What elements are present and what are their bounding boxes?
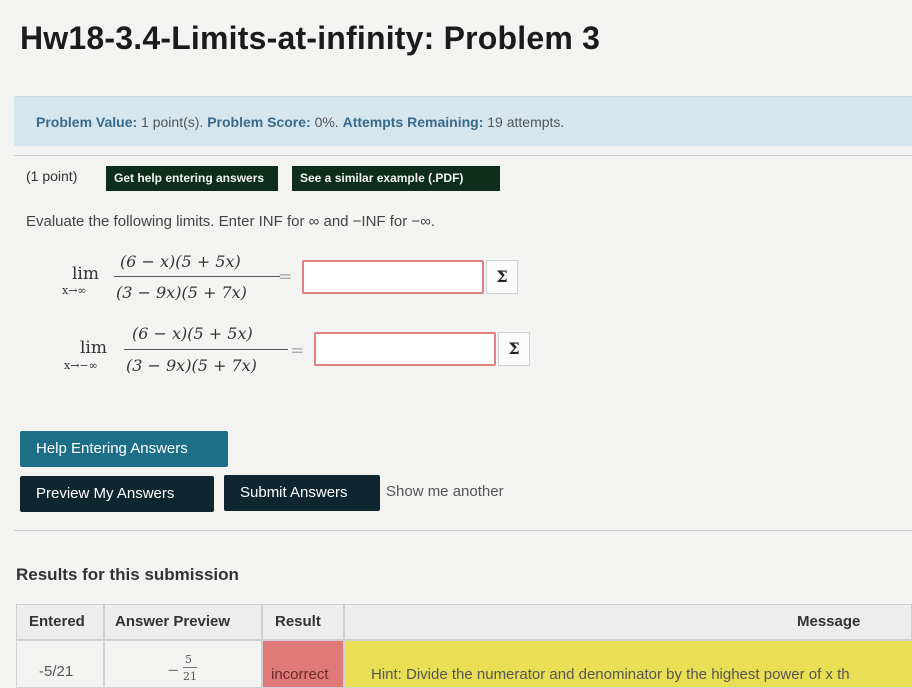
lim-subscript: x→∞ (62, 284, 87, 297)
column-header-result: Result (262, 604, 344, 640)
entered-value: -5/21 (16, 640, 104, 688)
submit-answers-button[interactable]: Submit Answers (224, 475, 380, 511)
preview-numerator: 5 (185, 653, 192, 666)
problem-score-label: Problem Score: (207, 114, 311, 130)
fraction-numerator: (6 − x)(5 + 5x) (120, 252, 241, 271)
lim-subscript: x→−∞ (64, 359, 98, 372)
page-title: Hw18-3.4-Limits-at-infinity: Problem 3 (20, 20, 601, 56)
lim-operator: lim (80, 338, 107, 358)
attempts-remaining-label: Attempts Remaining: (342, 114, 484, 130)
divider (14, 530, 912, 531)
problem-info-bar: Problem Value: 1 point(s). Problem Score… (14, 96, 912, 146)
column-header-entered: Entered (16, 604, 104, 640)
fraction-bar (114, 276, 280, 277)
column-header-answer-preview: Answer Preview (104, 604, 262, 640)
equation-editor-button-1[interactable]: Σ (486, 260, 518, 294)
answer-preview: − 5 21 (104, 640, 262, 688)
preview-fraction-bar (183, 667, 197, 668)
problem-instruction: Evaluate the following limits. Enter INF… (26, 213, 436, 230)
results-title: Results for this submission (16, 565, 239, 584)
divider (14, 155, 912, 156)
equals-sign: = (290, 341, 305, 361)
attempts-remaining: 19 attempts. (487, 114, 565, 130)
fraction-denominator: (3 − 9x)(5 + 7x) (126, 356, 257, 375)
problem-value: 1 point(s). (141, 114, 204, 130)
result-status: incorrect (262, 640, 344, 688)
fraction-numerator: (6 − x)(5 + 5x) (132, 324, 253, 343)
problem-score: 0%. (314, 114, 339, 130)
preview-minus: − (167, 661, 180, 679)
fraction-denominator: (3 − 9x)(5 + 7x) (116, 283, 247, 302)
preview-denominator: 21 (183, 670, 197, 683)
show-me-another-link[interactable]: Show me another (386, 483, 504, 500)
preview-my-answers-button[interactable]: Preview My Answers (20, 476, 214, 512)
help-entering-answers-button[interactable]: Help Entering Answers (20, 431, 228, 467)
column-header-message: Message (344, 604, 912, 640)
equation-editor-button-2[interactable]: Σ (498, 332, 530, 366)
get-help-entering-answers-link[interactable]: Get help entering answers (106, 166, 278, 191)
answer-input-1[interactable] (302, 260, 484, 294)
lim-operator: lim (72, 264, 99, 284)
fraction-bar (124, 349, 288, 350)
problem-points: (1 point) (26, 168, 78, 184)
hint-message: Hint: Divide the numerator and denominat… (344, 640, 912, 688)
answer-input-2[interactable] (314, 332, 496, 366)
problem-value-label: Problem Value: (36, 114, 138, 130)
similar-example-pdf-link[interactable]: See a similar example (.PDF) (292, 166, 500, 191)
equals-sign: = (278, 267, 293, 287)
